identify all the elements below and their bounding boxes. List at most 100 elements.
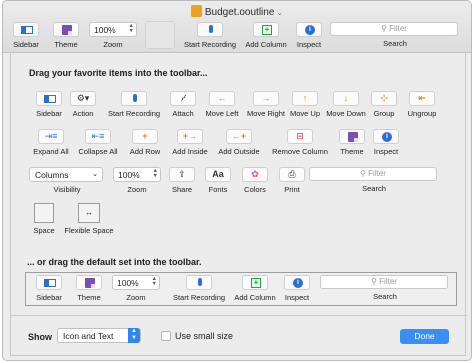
- default-inspect: i Inspect: [280, 275, 314, 302]
- palette-remove-column[interactable]: ⊟ Remove Column: [267, 129, 333, 156]
- palette-add-outside[interactable]: ←+ Add Outside: [213, 129, 265, 156]
- space-swatch: [34, 203, 54, 223]
- palette-group[interactable]: ⊹ Group: [367, 91, 401, 118]
- palette-colors[interactable]: ✿ Colors: [239, 167, 271, 194]
- default-theme: Theme: [74, 275, 104, 302]
- toolbar-inspect[interactable]: i Inspect: [292, 22, 326, 49]
- palette-sidebar[interactable]: Sidebar: [31, 91, 67, 118]
- remove-column-icon: ⊟: [296, 131, 304, 141]
- share-icon: ⇪: [178, 169, 186, 179]
- palette-inspect[interactable]: i Inspect: [369, 129, 403, 156]
- sheet-footer: Show Icon and Text ▲ ▼ Use small size Done: [11, 317, 467, 356]
- palette-move-up[interactable]: ↑ Move Up: [287, 91, 323, 118]
- info-icon: i: [382, 132, 392, 142]
- toolbar-search[interactable]: ⚲ Filter Search: [330, 22, 460, 48]
- default-set-heading: ... or drag the default set into the too…: [27, 257, 202, 267]
- footer-divider: [11, 315, 467, 316]
- ungroup-icon: ⇤: [418, 93, 426, 103]
- done-button[interactable]: Done: [400, 329, 449, 344]
- chevron-down-icon: ⌄: [276, 8, 284, 17]
- stepper-icon: ▲ ▼: [152, 168, 158, 179]
- palette-action[interactable]: ⚙▾ Action: [65, 91, 101, 118]
- palette-space[interactable]: Space: [29, 203, 59, 235]
- add-outside-icon: ←+: [231, 131, 247, 141]
- color-wheel-icon: ✿: [251, 169, 259, 179]
- group-icon: ⊹: [380, 93, 388, 103]
- add-column-icon: +: [262, 25, 272, 35]
- arrow-down-icon: ↓: [343, 93, 349, 103]
- palette-attach[interactable]: ⌇ Attach: [165, 91, 201, 118]
- sidebar-icon: [21, 26, 33, 34]
- arrow-up-icon: ↑: [302, 93, 308, 103]
- title-bar: Budget.ooutline ⌄ Sidebar Theme 100% ▲ ▼ Zo…: [3, 1, 471, 53]
- palette-fonts[interactable]: Aa Fonts: [203, 167, 233, 194]
- collapse-all-icon: ⇤≡: [91, 131, 105, 141]
- zoom-field: 100% ▲ ▼: [112, 275, 160, 290]
- palette-add-row[interactable]: + Add Row: [125, 129, 165, 156]
- info-icon: i: [293, 278, 303, 288]
- search-input[interactable]: ⚲ Filter: [330, 22, 458, 36]
- zoom-field[interactable]: 100% ▲ ▼: [89, 22, 137, 37]
- toolbar-start-recording[interactable]: Start Recording: [179, 22, 241, 49]
- toolbar-zoom[interactable]: 100% ▲ ▼ Zoom: [87, 22, 139, 49]
- add-inside-icon: +→: [182, 131, 198, 141]
- palette-collapse-all[interactable]: ⇤≡ Collapse All: [73, 129, 123, 156]
- expand-all-icon: ⇥≡: [44, 131, 58, 141]
- palette-add-inside[interactable]: +→ Add Inside: [167, 129, 213, 156]
- toolbar-add-column[interactable]: + Add Column: [243, 22, 289, 49]
- stepper-icon: ▲ ▼: [151, 276, 157, 287]
- microphone-icon: [209, 25, 213, 33]
- chevron-down-icon: ⌄: [92, 171, 98, 178]
- search-icon: ⚲: [381, 24, 387, 33]
- microphone-icon: [198, 278, 202, 286]
- palette-search[interactable]: ⚲ Filter Search: [309, 167, 439, 193]
- palette-move-right[interactable]: → Move Right: [243, 91, 289, 118]
- select-arrows-icon: ▲ ▼: [128, 328, 140, 343]
- default-start-recording: Start Recording: [168, 275, 230, 302]
- arrow-left-icon: ←: [217, 93, 227, 103]
- arrow-right-icon: →: [261, 93, 271, 103]
- palette-move-left[interactable]: ← Move Left: [201, 91, 243, 118]
- search-input: ⚲ Filter: [320, 275, 448, 289]
- toolbar-sidebar[interactable]: Sidebar: [11, 22, 41, 49]
- zoom-field[interactable]: 100% ▲ ▼: [113, 167, 161, 182]
- add-row-icon: +: [142, 131, 148, 141]
- palette-theme[interactable]: Theme: [335, 129, 369, 156]
- palette-start-recording[interactable]: Start Recording: [103, 91, 165, 118]
- add-column-icon: +: [251, 278, 261, 288]
- toolbar-theme[interactable]: Theme: [51, 22, 81, 49]
- default-sidebar: Sidebar: [34, 275, 64, 302]
- palette-share[interactable]: ⇪ Share: [167, 167, 197, 194]
- flexible-space-icon: ↔: [78, 203, 100, 223]
- document-icon: [190, 5, 202, 17]
- palette-print[interactable]: ⎙ Print: [277, 167, 307, 194]
- sidebar-icon: [44, 279, 56, 287]
- default-toolbar-set[interactable]: Sidebar Theme 100% ▲ ▼ Zoom Start Recordin…: [25, 272, 457, 306]
- window-title[interactable]: Budget.ooutline ⌄: [3, 5, 471, 18]
- default-add-column: + Add Column: [232, 275, 278, 302]
- theme-icon: [62, 25, 72, 35]
- paperclip-icon: ⌇: [178, 93, 189, 104]
- show-label: Show: [28, 332, 52, 342]
- stepper-icon: ▲ ▼: [128, 23, 134, 34]
- show-select[interactable]: Icon and Text ▲ ▼: [57, 328, 141, 343]
- search-icon: ⚲: [371, 277, 377, 286]
- palette-move-down[interactable]: ↓ Move Down: [323, 91, 369, 118]
- search-input[interactable]: ⚲ Filter: [309, 167, 437, 181]
- customize-sheet: Drag your favorite items into the toolba…: [10, 53, 467, 356]
- theme-icon: [85, 278, 95, 288]
- palette-ungroup[interactable]: ⇤ Ungroup: [403, 91, 441, 118]
- fonts-icon: Aa: [212, 169, 224, 179]
- palette-expand-all[interactable]: ⇥≡ Expand All: [29, 129, 73, 156]
- palette-zoom[interactable]: 100% ▲ ▼ Zoom: [111, 167, 163, 194]
- palette-flexible-space[interactable]: ↔ Flexible Space: [61, 203, 117, 235]
- sidebar-icon: [44, 95, 56, 103]
- default-zoom: 100% ▲ ▼ Zoom: [110, 275, 162, 302]
- toolbar-blank-placeholder: [145, 21, 175, 49]
- printer-icon: ⎙: [288, 169, 296, 179]
- palette-visibility[interactable]: Columns ⌄ Visibility: [29, 167, 105, 194]
- small-size-label[interactable]: Use small size: [175, 331, 233, 341]
- small-size-checkbox[interactable]: [161, 331, 171, 341]
- visibility-select[interactable]: Columns ⌄: [29, 167, 103, 182]
- gear-icon: ⚙▾: [76, 93, 90, 103]
